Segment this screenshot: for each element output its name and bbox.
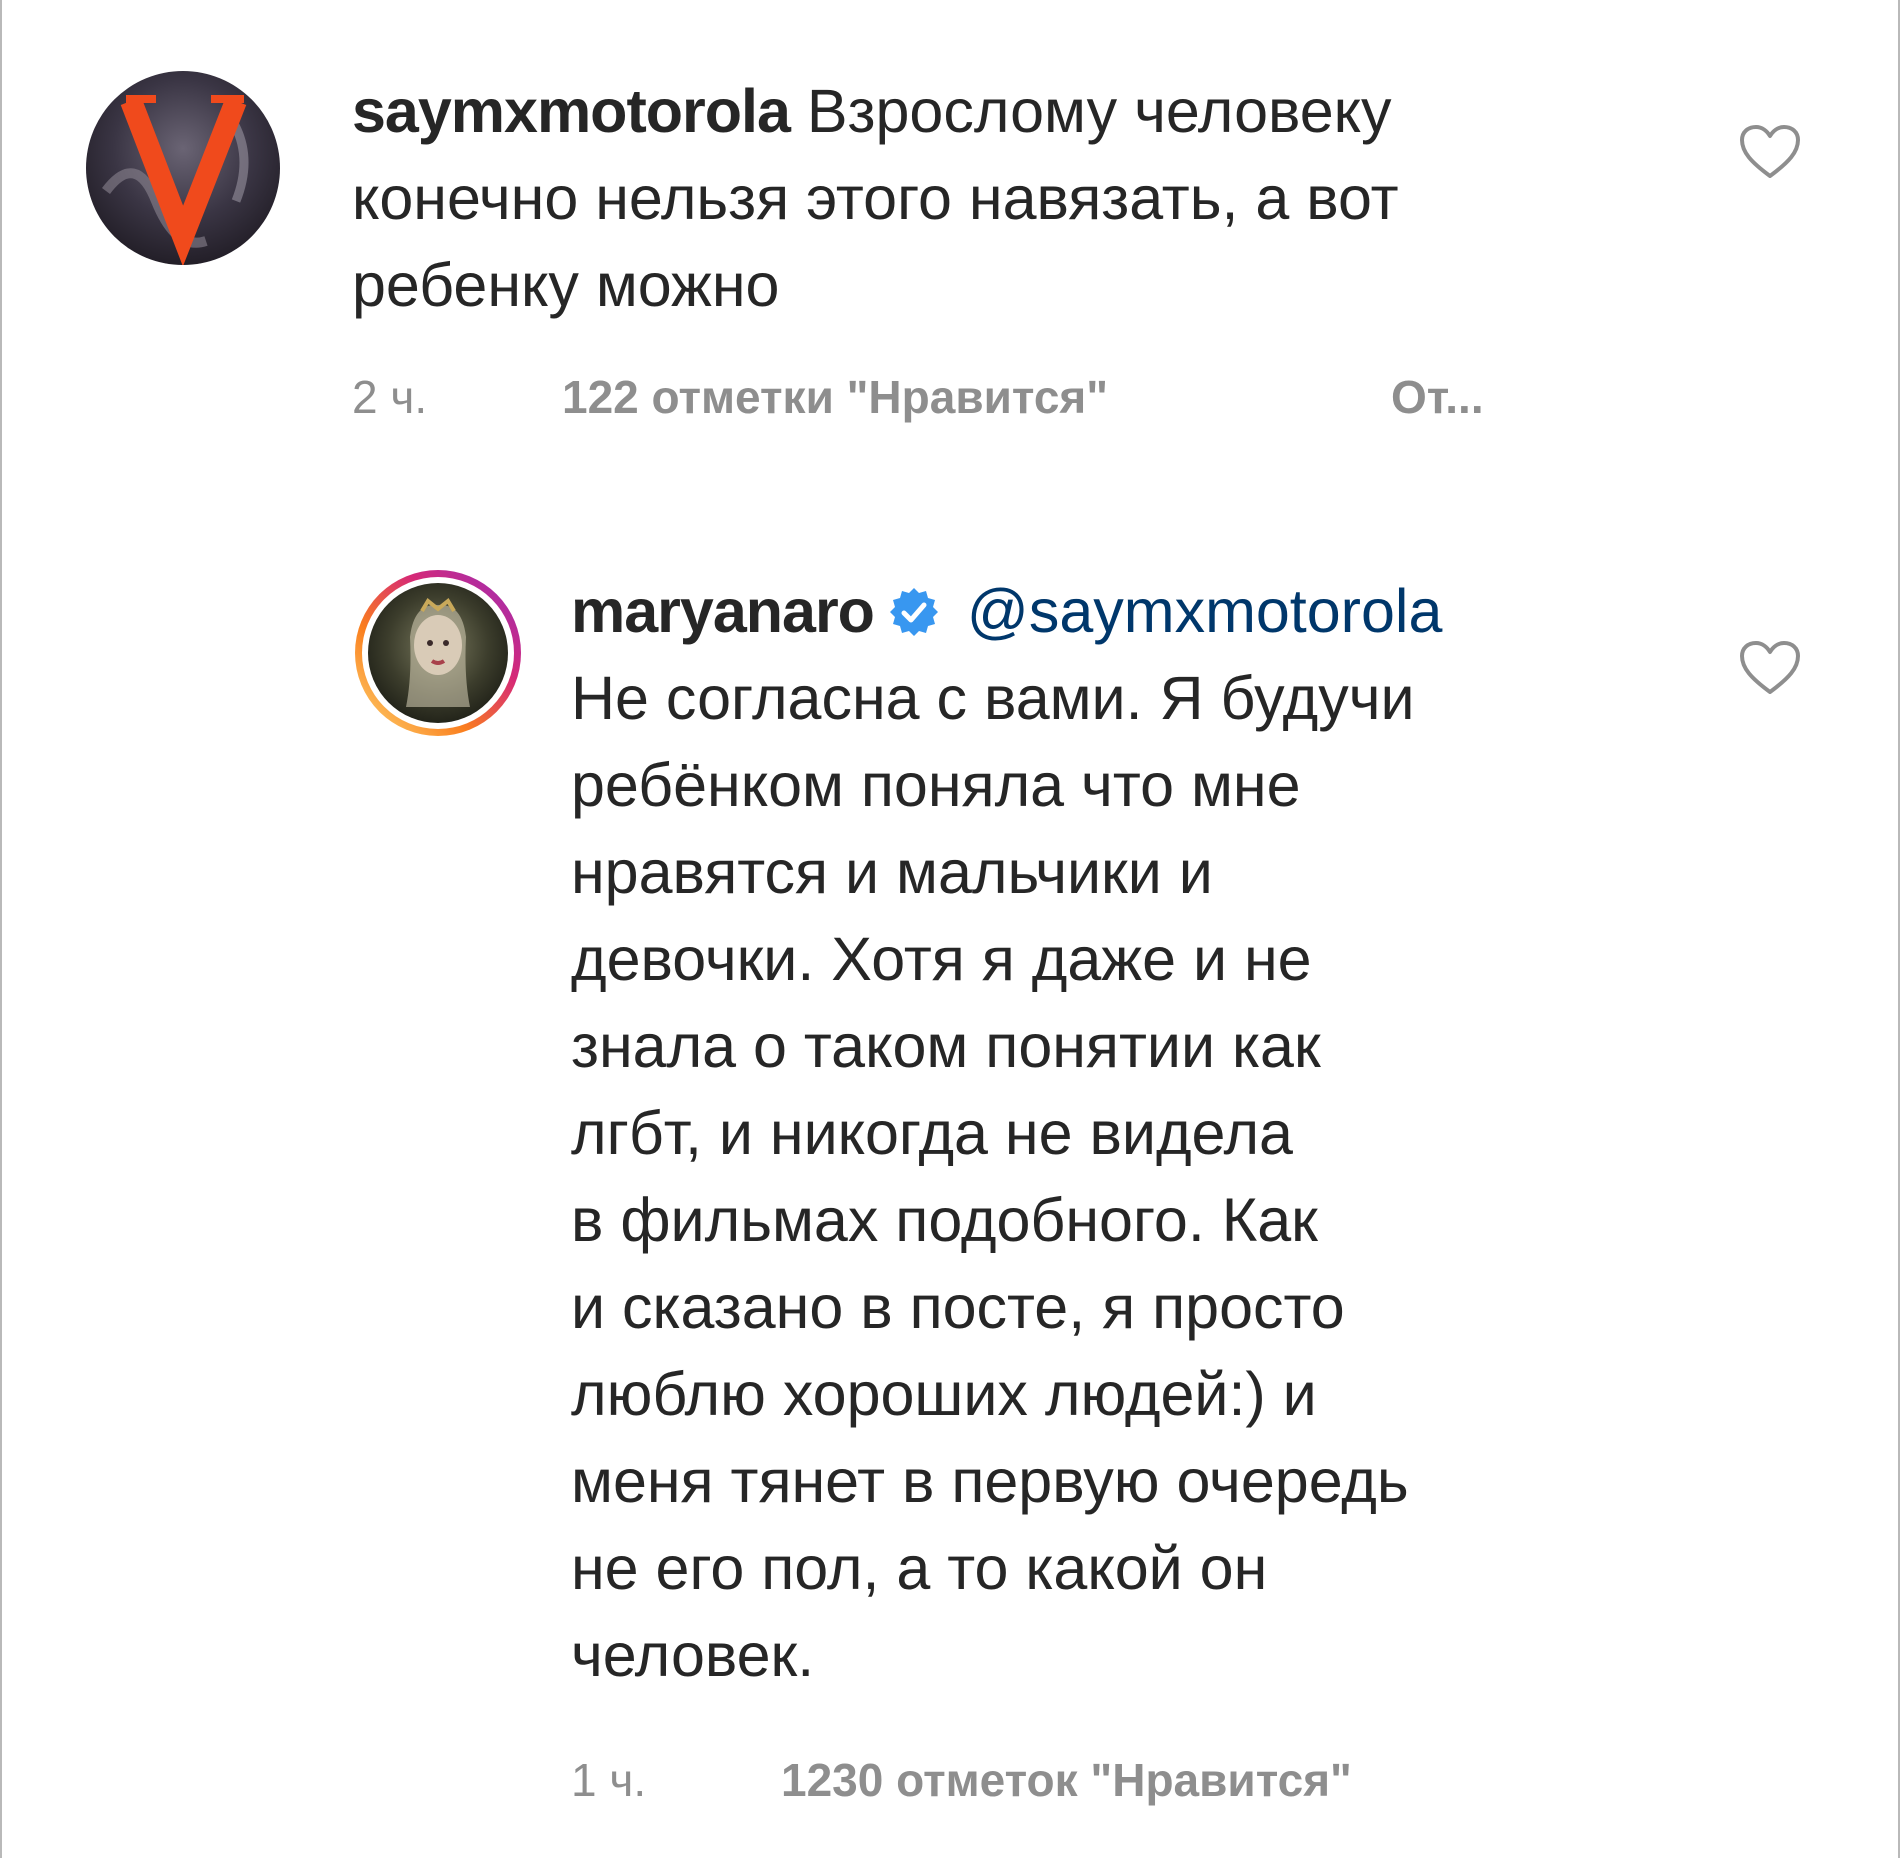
comment-username[interactable]: maryanaro [571, 577, 875, 645]
comment-time: 1 ч. [571, 1754, 647, 1806]
comment-time: 2 ч. [352, 371, 428, 423]
reply-comment: maryanaro @saymxmotorola Не согласна с в… [0, 480, 1900, 1858]
heart-outline-icon [1740, 641, 1800, 694]
heart-outline-icon [1740, 125, 1800, 178]
like-button[interactable] [1739, 640, 1801, 696]
mention-link[interactable]: @saymxmotorola [967, 577, 1443, 645]
comment-meta: 2 ч. 122 отметки "Нравится" От... [352, 367, 1552, 427]
avatar[interactable] [352, 567, 524, 739]
comment-username[interactable]: saymxmotorola [352, 77, 791, 145]
reply-button[interactable]: От... [1391, 367, 1484, 427]
comment-body: maryanaro @saymxmotorola Не согласна с в… [571, 568, 1821, 1699]
comment-body: saymxmotorola Взрослому человеку конечно… [352, 68, 1752, 329]
comment-likes[interactable]: 122 отметки "Нравится" [562, 367, 1108, 427]
comment-text: Не согласна с вами. Я будучи ребёнком по… [571, 664, 1415, 1689]
avatar[interactable] [86, 71, 280, 265]
comment-meta: 1 ч. 1230 отметок "Нравится" [571, 1750, 1771, 1810]
like-button[interactable] [1739, 124, 1801, 180]
comment: saymxmotorola Взрослому человеку конечно… [0, 0, 1900, 480]
comment-likes[interactable]: 1230 отметок "Нравится" [781, 1750, 1352, 1810]
verified-badge-icon [888, 574, 940, 636]
